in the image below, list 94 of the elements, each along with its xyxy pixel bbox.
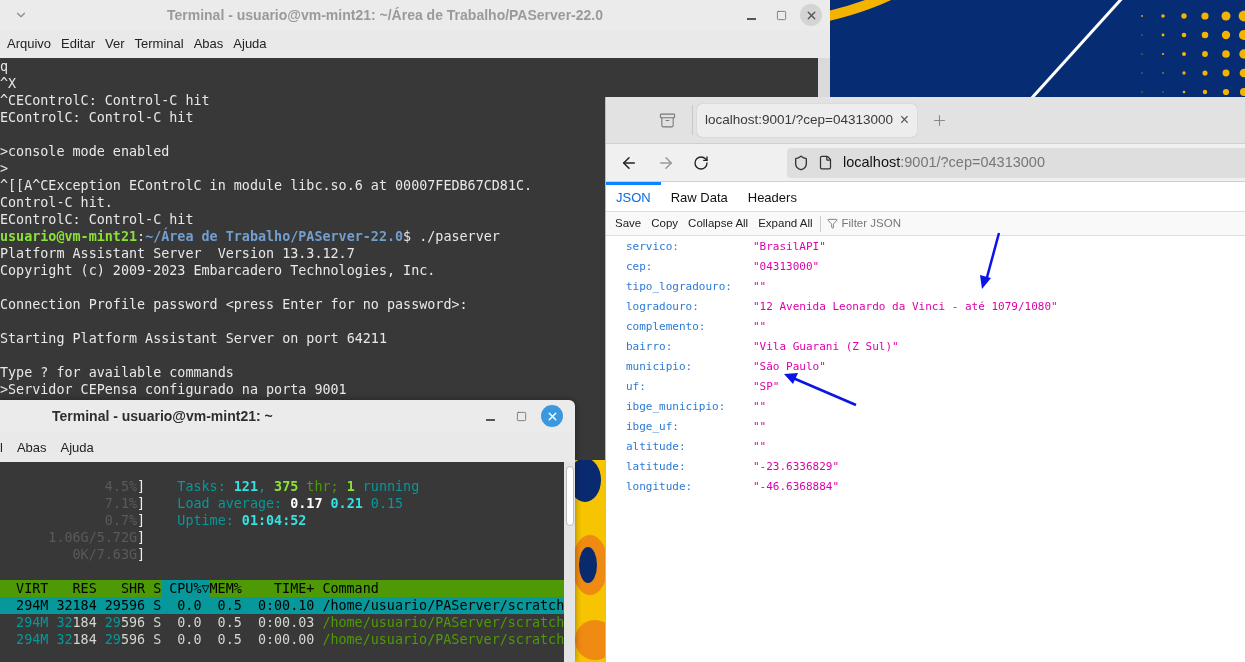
json-value: "BrasilAPI" bbox=[753, 238, 826, 255]
close-button[interactable] bbox=[541, 405, 563, 427]
window-title: Terminal - usuario@vm-mint21: ~/Área de Trabalho/PAServer-22.0 bbox=[167, 5, 603, 25]
terminal-line: Platform Assistant Server Version 13.3.12.7 bbox=[0, 245, 355, 262]
column-header[interactable]: CPU%▽ bbox=[161, 580, 210, 597]
menu-item[interactable]: Ver bbox=[100, 34, 130, 54]
terminal-line: >Servidor CEPensa configurado na porta 9001 bbox=[0, 381, 347, 398]
terminal-line: ^CEControlC: Control-C hit bbox=[0, 92, 210, 109]
viewer-tab[interactable]: Raw Data bbox=[660, 182, 738, 211]
terminal-line: Type ? for available commands bbox=[0, 364, 234, 381]
address-field[interactable]: localhost:9001/?cep=04313000 bbox=[787, 147, 1245, 178]
column-header[interactable]: Command bbox=[314, 580, 379, 597]
json-key: ibge_uf: bbox=[626, 418, 753, 436]
info-line: Uptime: 01:04:52 bbox=[177, 512, 307, 529]
browser-tab[interactable]: localhost:9001/?cep=04313000 × bbox=[697, 103, 917, 137]
terminal-line: q bbox=[0, 58, 9, 75]
info-line: Tasks: 121, 375 thr; 1 running bbox=[177, 478, 420, 495]
reload-button[interactable] bbox=[693, 154, 709, 171]
tab-title: localhost:9001/?cep=04313000 bbox=[705, 110, 895, 129]
json-value: "" bbox=[753, 438, 767, 455]
menu-item[interactable]: Terminal bbox=[129, 34, 189, 54]
json-key: logradouro: bbox=[626, 298, 753, 316]
json-value: "-46.6368884" bbox=[753, 478, 840, 495]
filter-icon bbox=[826, 218, 838, 229]
json-value: "12 Avenida Leonardo da Vinci - até 1079/1080" bbox=[753, 298, 1058, 315]
url-text: localhost:9001/?cep=04313000 bbox=[843, 152, 1045, 172]
json-key: ibge_municipio: bbox=[626, 398, 753, 416]
column-header[interactable]: TIME+ bbox=[241, 580, 315, 597]
terminal-line: > bbox=[0, 160, 9, 177]
terminal-line: Control-C hit. bbox=[0, 194, 113, 211]
json-value: "" bbox=[753, 418, 767, 435]
json-key: servico: bbox=[626, 238, 753, 256]
terminal-line: Starting Platform Assistant Server on port 64211 bbox=[0, 330, 387, 347]
json-key: longitude: bbox=[626, 478, 753, 496]
json-key: uf: bbox=[626, 378, 753, 396]
prompt-line: usuario@vm-mint21:~/Área de Trabalho/PAServer-22.0$ ./paserver bbox=[0, 228, 500, 245]
json-value: "" bbox=[753, 398, 767, 415]
json-key: altitude: bbox=[626, 438, 753, 456]
column-header[interactable]: VIRT bbox=[0, 580, 49, 597]
process-row[interactable]: 294M 32184 29596 S 0.0 0.5 0:00.03 /home/usuario/PAServer/scratch bbox=[0, 614, 565, 631]
json-key: municipio: bbox=[626, 358, 753, 376]
drawer-icon bbox=[658, 111, 676, 129]
json-key: tipo_logradouro: bbox=[626, 278, 753, 296]
menu-item[interactable]: Ajuda bbox=[60, 437, 94, 458]
terminal-line: ^X bbox=[0, 75, 17, 92]
json-value: "São Paulo" bbox=[753, 358, 826, 375]
terminal-line: Copyright (c) 2009-2023 Embarcadero Technologies, Inc. bbox=[0, 262, 436, 279]
json-key: complemento: bbox=[626, 318, 753, 336]
page-icon bbox=[818, 155, 833, 170]
menu-item[interactable]: Abas bbox=[16, 437, 47, 458]
meter-bracket: ] bbox=[137, 512, 146, 529]
toolbar-button[interactable]: Expand All bbox=[753, 214, 818, 233]
json-key: cep: bbox=[626, 258, 753, 276]
meter-bracket: ] bbox=[137, 529, 146, 546]
meter-bracket: ] bbox=[137, 546, 146, 563]
viewer-tab[interactable]: Headers bbox=[737, 182, 807, 211]
terminal-line: EControlC: Control-C hit bbox=[0, 109, 194, 126]
json-value: "-23.6336829" bbox=[753, 458, 840, 475]
terminal-line: >console mode enabled bbox=[0, 143, 170, 160]
column-header[interactable]: S bbox=[145, 580, 162, 597]
process-row[interactable]: 294M 32184 29596 S 0.0 0.5 0:00.10 /home/usuario/PAServer/scratch bbox=[0, 597, 565, 614]
json-value: "" bbox=[753, 278, 767, 295]
meter-bracket: ] bbox=[137, 495, 146, 512]
menu-item[interactable]: Editar bbox=[56, 34, 101, 54]
toolbar-button[interactable]: Collapse All bbox=[683, 214, 754, 233]
process-row[interactable]: 294M 32184 29596 S 0.0 0.5 0:00.00 /home/usuario/PAServer/scratch bbox=[0, 631, 565, 648]
minimize-icon bbox=[746, 18, 756, 20]
json-value: "SP" bbox=[753, 378, 780, 395]
minimize-icon bbox=[485, 419, 495, 421]
toolbar-button[interactable]: Copy bbox=[646, 214, 684, 233]
menu-item[interactable]: Ajuda bbox=[228, 34, 272, 54]
json-value: "04313000" bbox=[753, 258, 820, 275]
menu-item[interactable]: Arquivo bbox=[2, 34, 57, 54]
reload-icon bbox=[693, 154, 709, 171]
json-key: bairro: bbox=[626, 338, 753, 356]
column-header[interactable]: RES bbox=[48, 580, 97, 597]
toolbar-button[interactable]: Save bbox=[610, 214, 647, 233]
tab-close-button[interactable]: × bbox=[899, 108, 909, 132]
json-key: latitude: bbox=[626, 458, 753, 476]
meter-bracket: ] bbox=[137, 478, 146, 495]
column-header[interactable]: SHR bbox=[96, 580, 146, 597]
terminal-line: Connection Profile password <press Enter for no password>: bbox=[0, 296, 468, 313]
maximize-icon bbox=[515, 410, 527, 422]
close-button[interactable] bbox=[800, 4, 822, 26]
info-line: Load average: 0.17 0.21 0.15 bbox=[177, 495, 404, 512]
window-title: Terminal - usuario@vm-mint21: ~ bbox=[52, 407, 273, 426]
terminal-line: ^[[A^CException EControlC in module libc.so.6 at 00007FEDB67CD81C. bbox=[0, 177, 533, 194]
menu-item[interactable]: Abas bbox=[188, 34, 229, 54]
json-value: "" bbox=[753, 318, 767, 335]
terminal-line: EControlC: Control-C hit bbox=[0, 211, 194, 227]
shield-icon bbox=[793, 154, 809, 171]
maximize-icon bbox=[775, 9, 787, 21]
json-value: "Vila Guarani (Z Sul)" bbox=[753, 338, 899, 355]
filter-field[interactable]: Filter JSON bbox=[841, 214, 962, 233]
